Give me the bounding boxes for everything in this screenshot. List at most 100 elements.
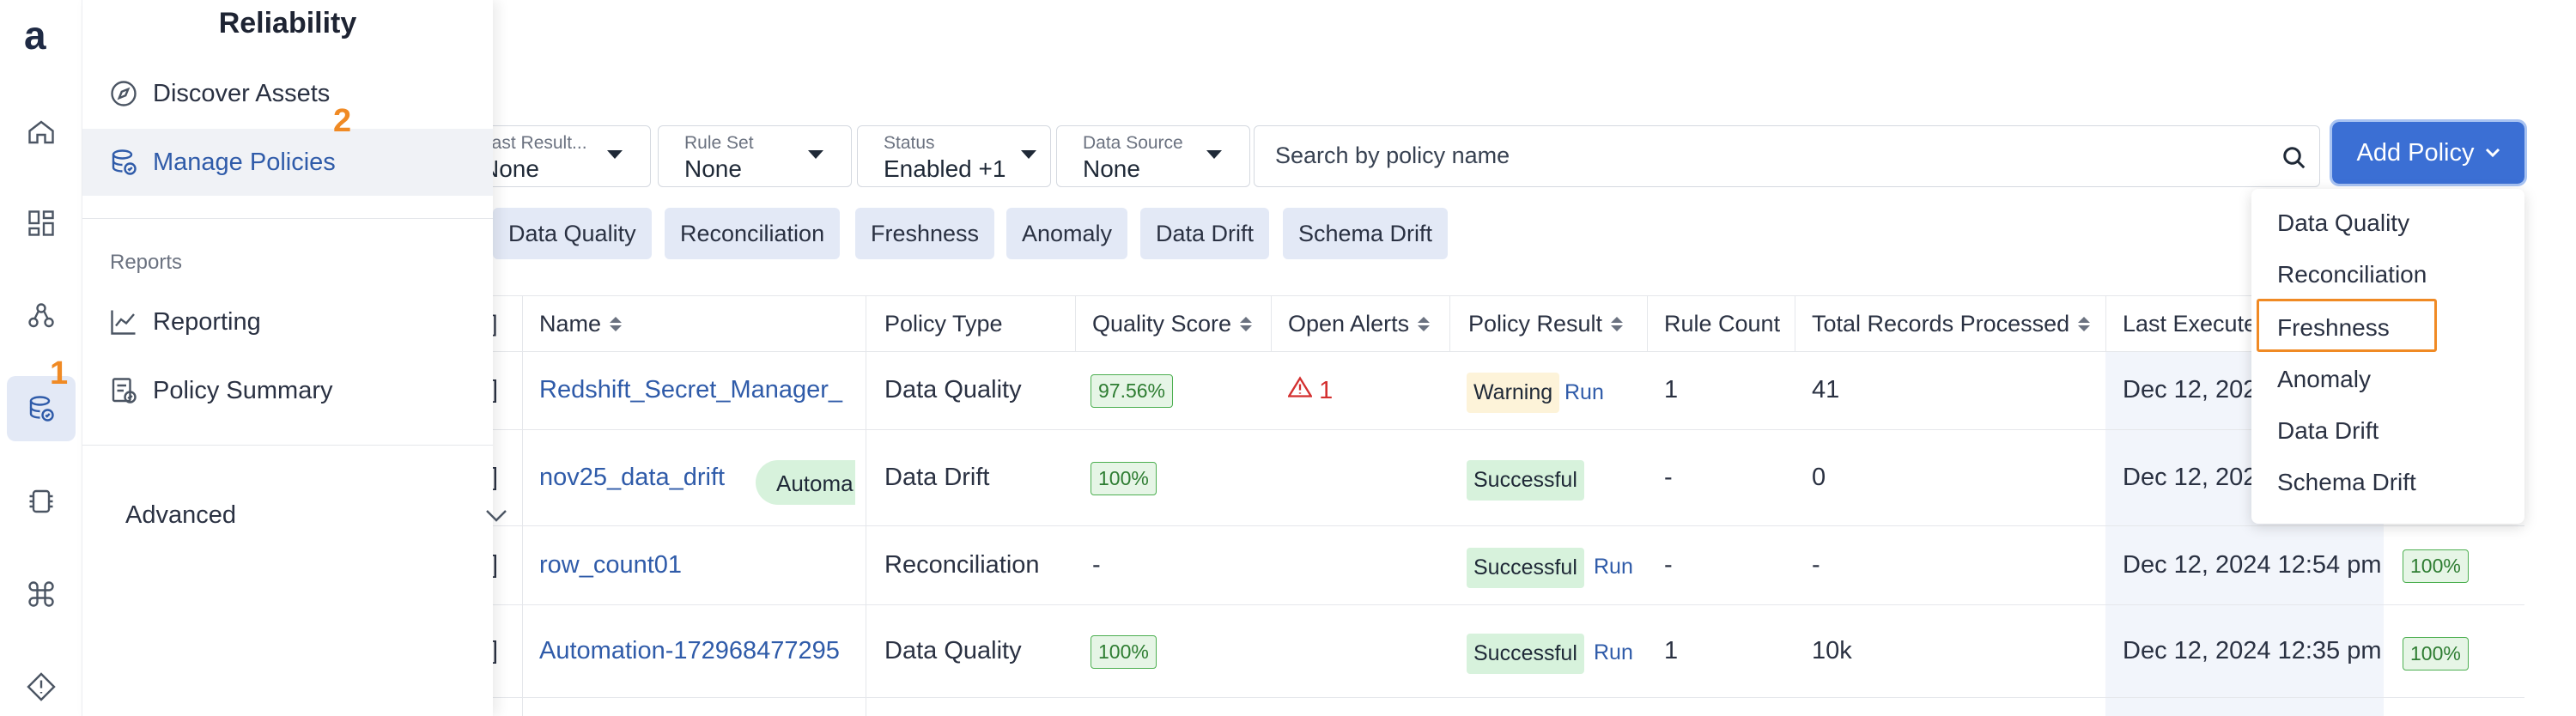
advanced-section-label[interactable]: Advanced [125,501,236,530]
nav-policy-summary[interactable]: Policy Summary [82,357,493,424]
home-icon[interactable] [24,115,58,149]
policy-search [1254,125,2320,187]
rule-count: - [1664,551,1673,579]
last-executed: Dec 12, 2024 [2123,376,2271,404]
total-records: 10k [1812,637,1852,664]
open-alerts-count: 1 [1319,377,1334,404]
policy-name-link[interactable]: nov25_data_drift [539,464,725,492]
policy-name-link[interactable]: Redshift_Secret_Manager_ [539,376,857,404]
nav-manage-policies-label: Manage Policies [153,148,336,176]
command-icon[interactable] [24,577,58,611]
nav-reporting-label: Reporting [153,307,261,336]
col-header-total-records[interactable]: Total Records Processed [1812,295,2091,352]
filter-label: Last Result... [482,133,587,153]
col-header-last-executed[interactable]: Last Executed [2123,295,2269,352]
automation-tag: Automa [756,460,855,505]
menu-item-anomaly[interactable]: Anomaly [2277,366,2371,393]
col-header-open-alerts[interactable]: Open Alerts [1288,295,1431,352]
row-divider [481,697,2524,698]
sort-icon[interactable] [610,316,623,331]
nav-discover-assets[interactable]: Discover Assets [82,60,493,127]
chevron-down-icon[interactable] [484,508,508,524]
run-link[interactable]: Run [1594,555,1633,579]
last-executed: Dec 12, 2024 [2123,464,2271,491]
caret-down-icon [607,150,623,159]
last-executed: Dec 12, 2024 12:35 pm [2123,637,2382,664]
col-alerts-label: Open Alerts [1288,310,1410,337]
total-records: - [1812,551,1820,579]
chip-schema-drift[interactable]: Schema Drift [1283,208,1449,259]
col-header-rule-count: Rule Count [1664,295,1780,352]
add-policy-menu: Data Quality Reconciliation Freshness An… [2251,189,2524,524]
quality-score: - [1092,551,1101,579]
nav-policy-summary-label: Policy Summary [153,376,333,404]
policy-name-link[interactable]: row_count01 [539,551,682,579]
rule-set-filter[interactable]: Rule Set None [658,125,852,187]
chip-freshness[interactable]: Freshness [855,208,995,259]
app-logo[interactable]: a [24,12,46,58]
open-alerts[interactable]: 1 [1287,376,1334,405]
rule-count: - [1664,464,1673,491]
filter-label: Data Source [1083,133,1183,153]
policy-type: Data Quality [884,376,1022,404]
sort-icon[interactable] [2078,316,2091,331]
chip-data-quality[interactable]: Data Quality [493,208,652,259]
graph-icon[interactable] [24,299,58,333]
dashboard-icon[interactable] [24,206,58,240]
search-icon[interactable] [2281,145,2307,171]
add-policy-label: Add Policy [2356,138,2475,167]
menu-item-data-quality[interactable]: Data Quality [2277,209,2409,237]
menu-item-schema-drift[interactable]: Schema Drift [2277,469,2416,496]
diamond-icon[interactable] [24,670,58,704]
row-divider [481,604,2524,605]
nav-discover-assets-label: Discover Assets [153,79,331,107]
col-name-label: Name [539,310,602,337]
menu-item-freshness[interactable]: Freshness [2277,314,2390,342]
cpu-icon[interactable] [24,484,58,519]
col-header-name[interactable]: Name [539,295,623,352]
col-header-quality-score[interactable]: Quality Score [1092,295,1253,352]
sort-icon[interactable] [1418,316,1431,331]
score-badge: 100% [2403,549,2469,583]
chip-data-drift[interactable]: Data Drift [1140,208,1270,259]
policy-name-link[interactable]: Automation-172968477295 [539,637,857,665]
search-input[interactable] [1275,138,2263,173]
total-records: 41 [1812,376,1840,404]
col-records-label: Total Records Processed [1812,310,2070,337]
nav-manage-policies[interactable]: Manage Policies [82,129,493,196]
column-divider [1075,295,1076,352]
menu-item-data-drift[interactable]: Data Drift [2277,417,2379,445]
sort-icon[interactable] [1611,316,1624,331]
add-policy-button[interactable]: Add Policy [2330,119,2527,186]
policies-icon[interactable] [24,391,58,426]
menu-item-reconciliation[interactable]: Reconciliation [2277,261,2427,288]
row-divider [481,525,2524,526]
filter-value: Enabled +1 [884,155,1006,182]
policy-type: Reconciliation [884,551,1040,579]
caret-down-icon [1021,150,1036,159]
col-last-label: Last Executed [2123,310,2270,337]
col-result-label: Policy Result [1468,310,1603,337]
status-filter[interactable]: Status Enabled +1 [857,125,1051,187]
caret-down-icon [1206,150,1222,159]
chip-reconciliation[interactable]: Reconciliation [665,208,841,259]
quality-score-badge: 100% [1091,635,1157,669]
run-link[interactable]: Run [1594,640,1633,665]
policy-result-badge: Warning [1467,373,1560,413]
col-header-policy-type: Policy Type [884,295,1003,352]
chip-anomaly[interactable]: Anomaly [1006,208,1128,259]
sort-icon[interactable] [1240,316,1253,331]
panel-title: Reliability [218,7,357,39]
nav-reporting[interactable]: Reporting [82,288,493,355]
divider [82,445,493,446]
policy-type: Data Quality [884,637,1022,664]
col-header-policy-result[interactable]: Policy Result [1468,295,1624,352]
quality-score-badge: 100% [1091,462,1157,495]
column-divider [2105,295,2106,352]
run-link[interactable]: Run [1564,380,1604,405]
step-marker-1: 1 [50,355,69,391]
chart-icon [111,310,136,335]
data-source-filter[interactable]: Data Source None [1056,125,1250,187]
filter-label: Status [884,133,935,153]
warning-triangle-icon [1287,376,1313,397]
